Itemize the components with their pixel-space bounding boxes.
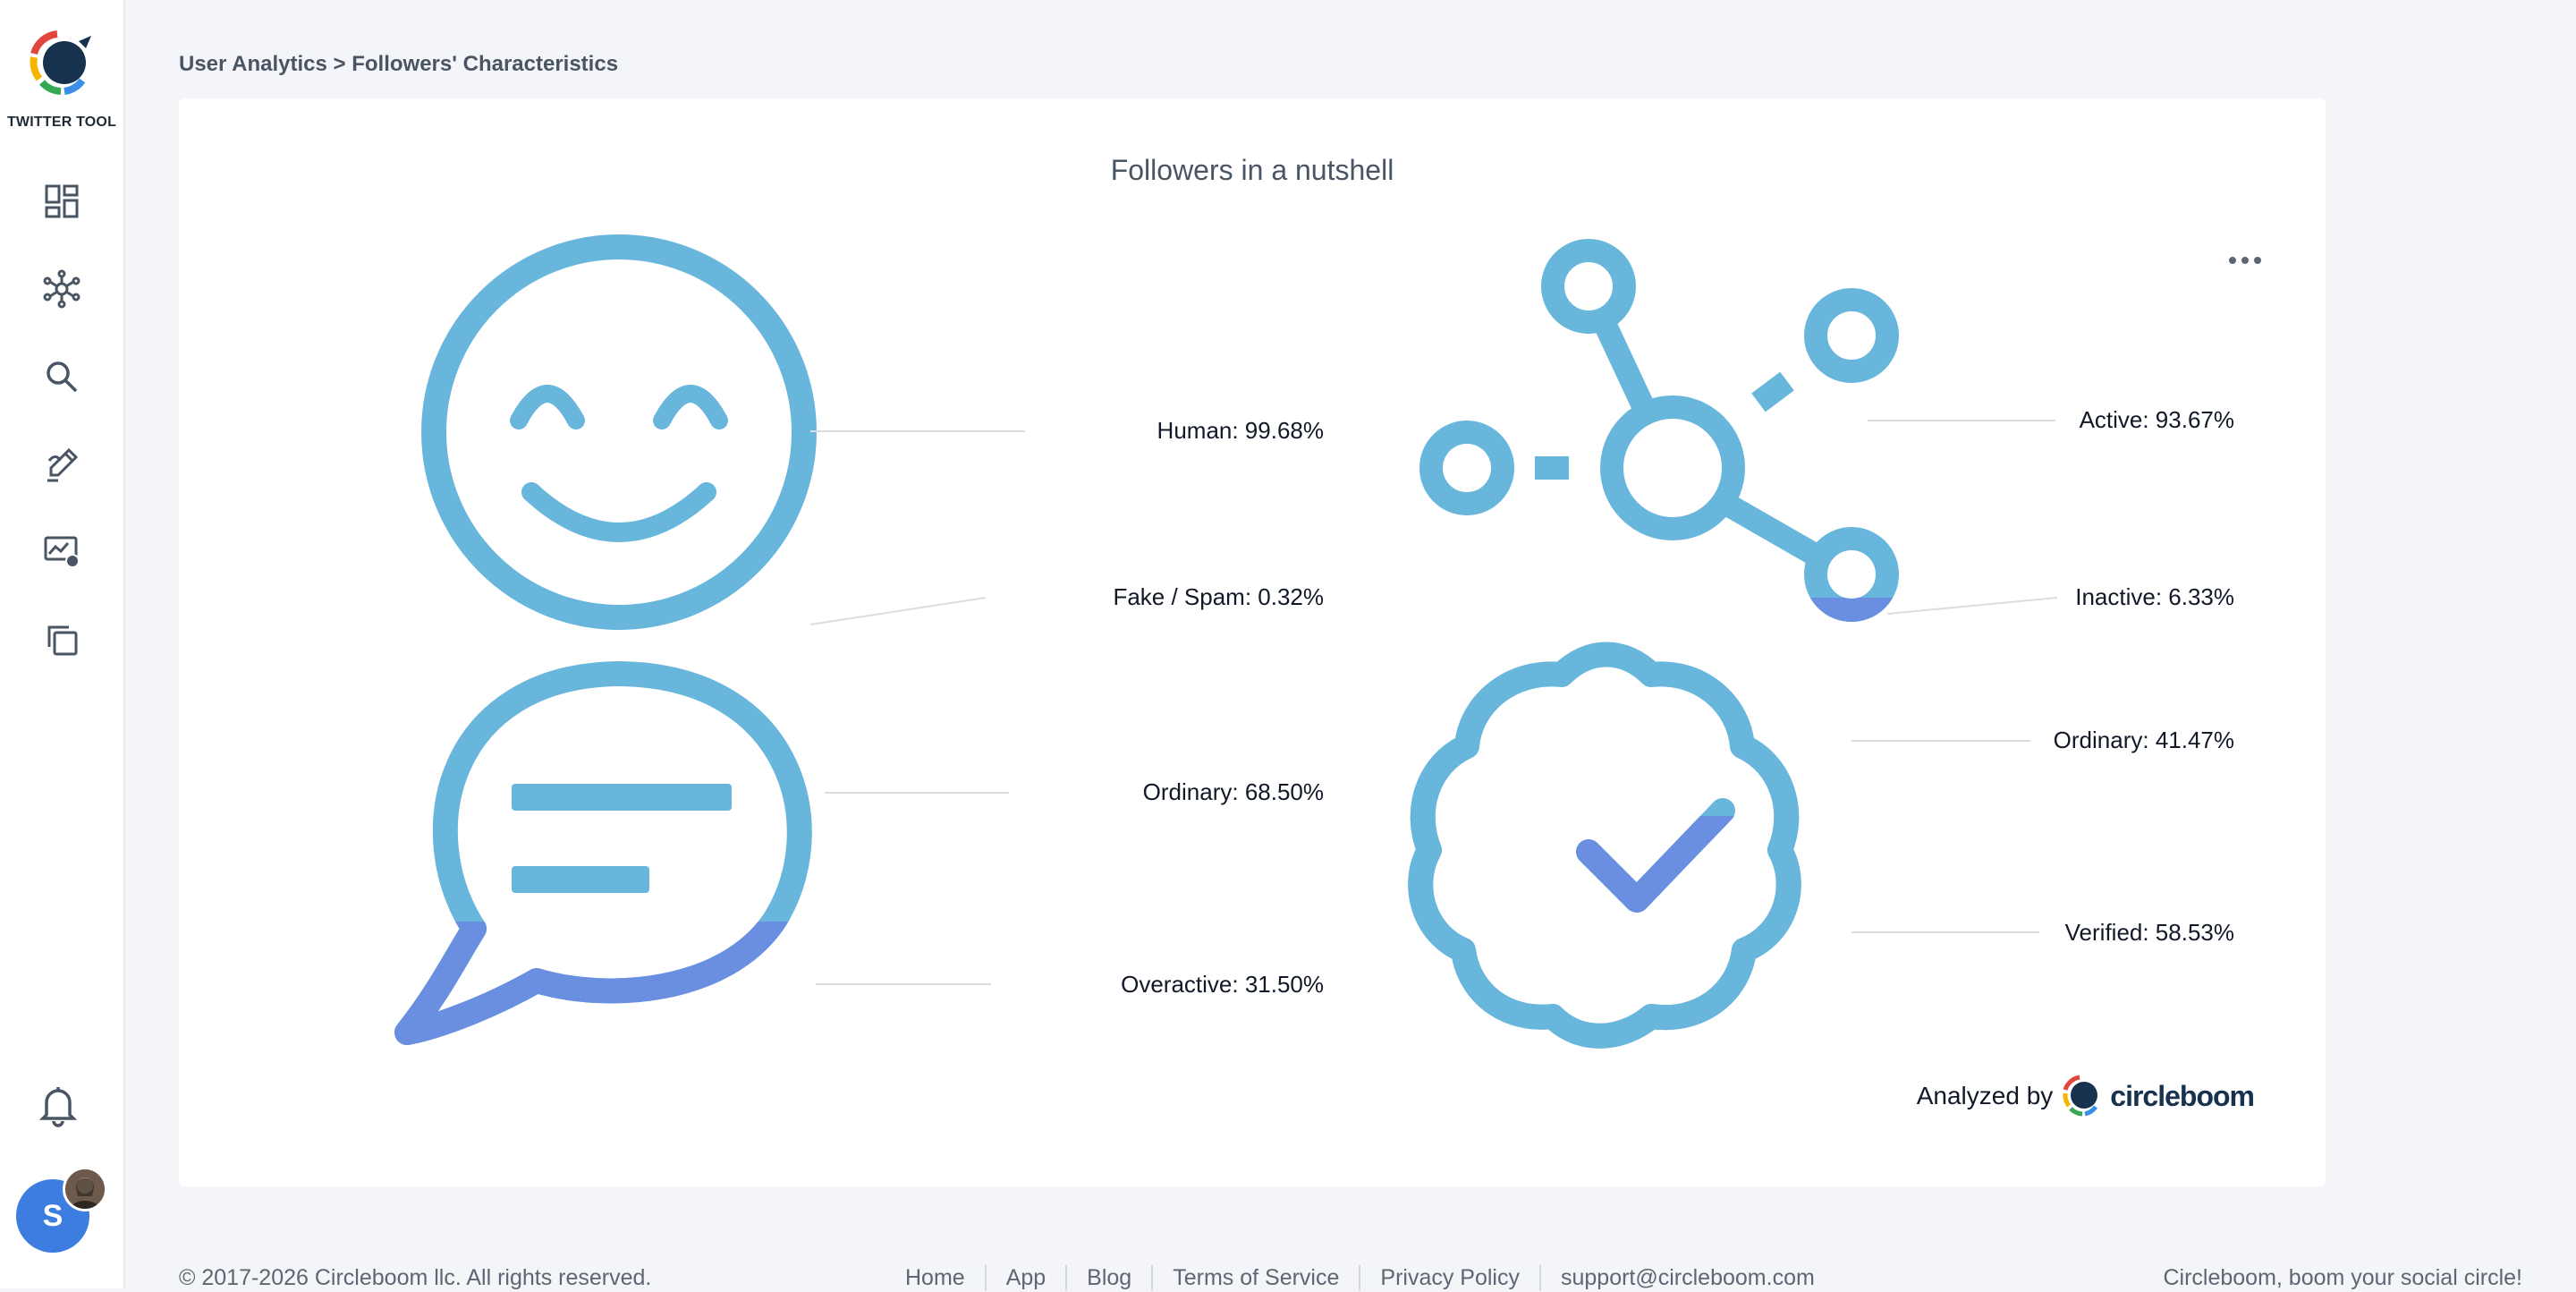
verified-badge-icon: [1420, 642, 1789, 1036]
bell-icon[interactable]: [36, 1083, 80, 1127]
circleboom-brand-text: circleboom: [2110, 1079, 2255, 1112]
compose-icon[interactable]: [39, 442, 84, 487]
smiley-icon: [421, 234, 817, 630]
ordinary-verified-label: Ordinary: 41.47%: [2053, 727, 2234, 753]
analytics-icon[interactable]: [39, 530, 84, 574]
footer-tagline: Circleboom, boom your social circle!: [2163, 1265, 2522, 1290]
footer-link-blog[interactable]: Blog: [1065, 1265, 1151, 1291]
app-logo-text: TWITTER TOOL: [6, 115, 117, 130]
search-icon[interactable]: [39, 354, 84, 399]
footer-link-privacy[interactable]: Privacy Policy: [1359, 1265, 1539, 1291]
footer-link-home[interactable]: Home: [905, 1265, 985, 1291]
copy-icon[interactable]: [39, 617, 84, 662]
followers-card: Followers in a nutshell Human: 99.68% Fa…: [179, 98, 2326, 1186]
active-label: Active: 93.67%: [2079, 406, 2234, 433]
network-icon[interactable]: [39, 267, 84, 311]
verified-label: Verified: 58.53%: [2064, 919, 2234, 946]
human-label: Human: 99.68%: [1157, 417, 1324, 444]
dashboard-icon[interactable]: [39, 179, 84, 224]
footer-link-support[interactable]: support@circleboom.com: [1538, 1265, 1835, 1291]
speech-bubble-icon: [394, 661, 800, 1045]
breadcrumb-parent[interactable]: User Analytics: [179, 52, 327, 76]
overactive-label: Overactive: 31.50%: [1121, 971, 1324, 998]
analyzed-by: Analyzed by circleboom: [1916, 1074, 2255, 1118]
footer-copyright: © 2017-2026 Circleboom llc. All rights r…: [179, 1265, 652, 1290]
breadcrumb-separator: >: [333, 52, 346, 76]
circleboom-logo[interactable]: [27, 27, 97, 102]
analyzed-by-text: Analyzed by: [1916, 1082, 2054, 1109]
infographic: [394, 234, 2058, 1186]
ordinary-tweets-label: Ordinary: 68.50%: [1142, 778, 1324, 805]
inactive-label: Inactive: 6.33%: [2075, 583, 2234, 610]
network-node-icon: [1419, 239, 1899, 622]
footer-link-terms[interactable]: Terms of Service: [1151, 1265, 1359, 1291]
bubble-line-1: [512, 784, 732, 811]
sidebar: TWITTER TOOL S: [0, 0, 125, 1288]
breadcrumb: User Analytics > Followers' Characterist…: [179, 52, 618, 77]
footer-link-app[interactable]: App: [984, 1265, 1065, 1291]
breadcrumb-current: Followers' Characteristics: [352, 52, 619, 76]
circleboom-brand-icon: [2063, 1075, 2098, 1117]
footer-links: Home App Blog Terms of Service Privacy P…: [905, 1265, 1835, 1291]
fake-spam-label: Fake / Spam: 0.32%: [1113, 583, 1324, 610]
avatar-photo[interactable]: [63, 1167, 107, 1211]
bubble-line-2: [512, 866, 649, 893]
